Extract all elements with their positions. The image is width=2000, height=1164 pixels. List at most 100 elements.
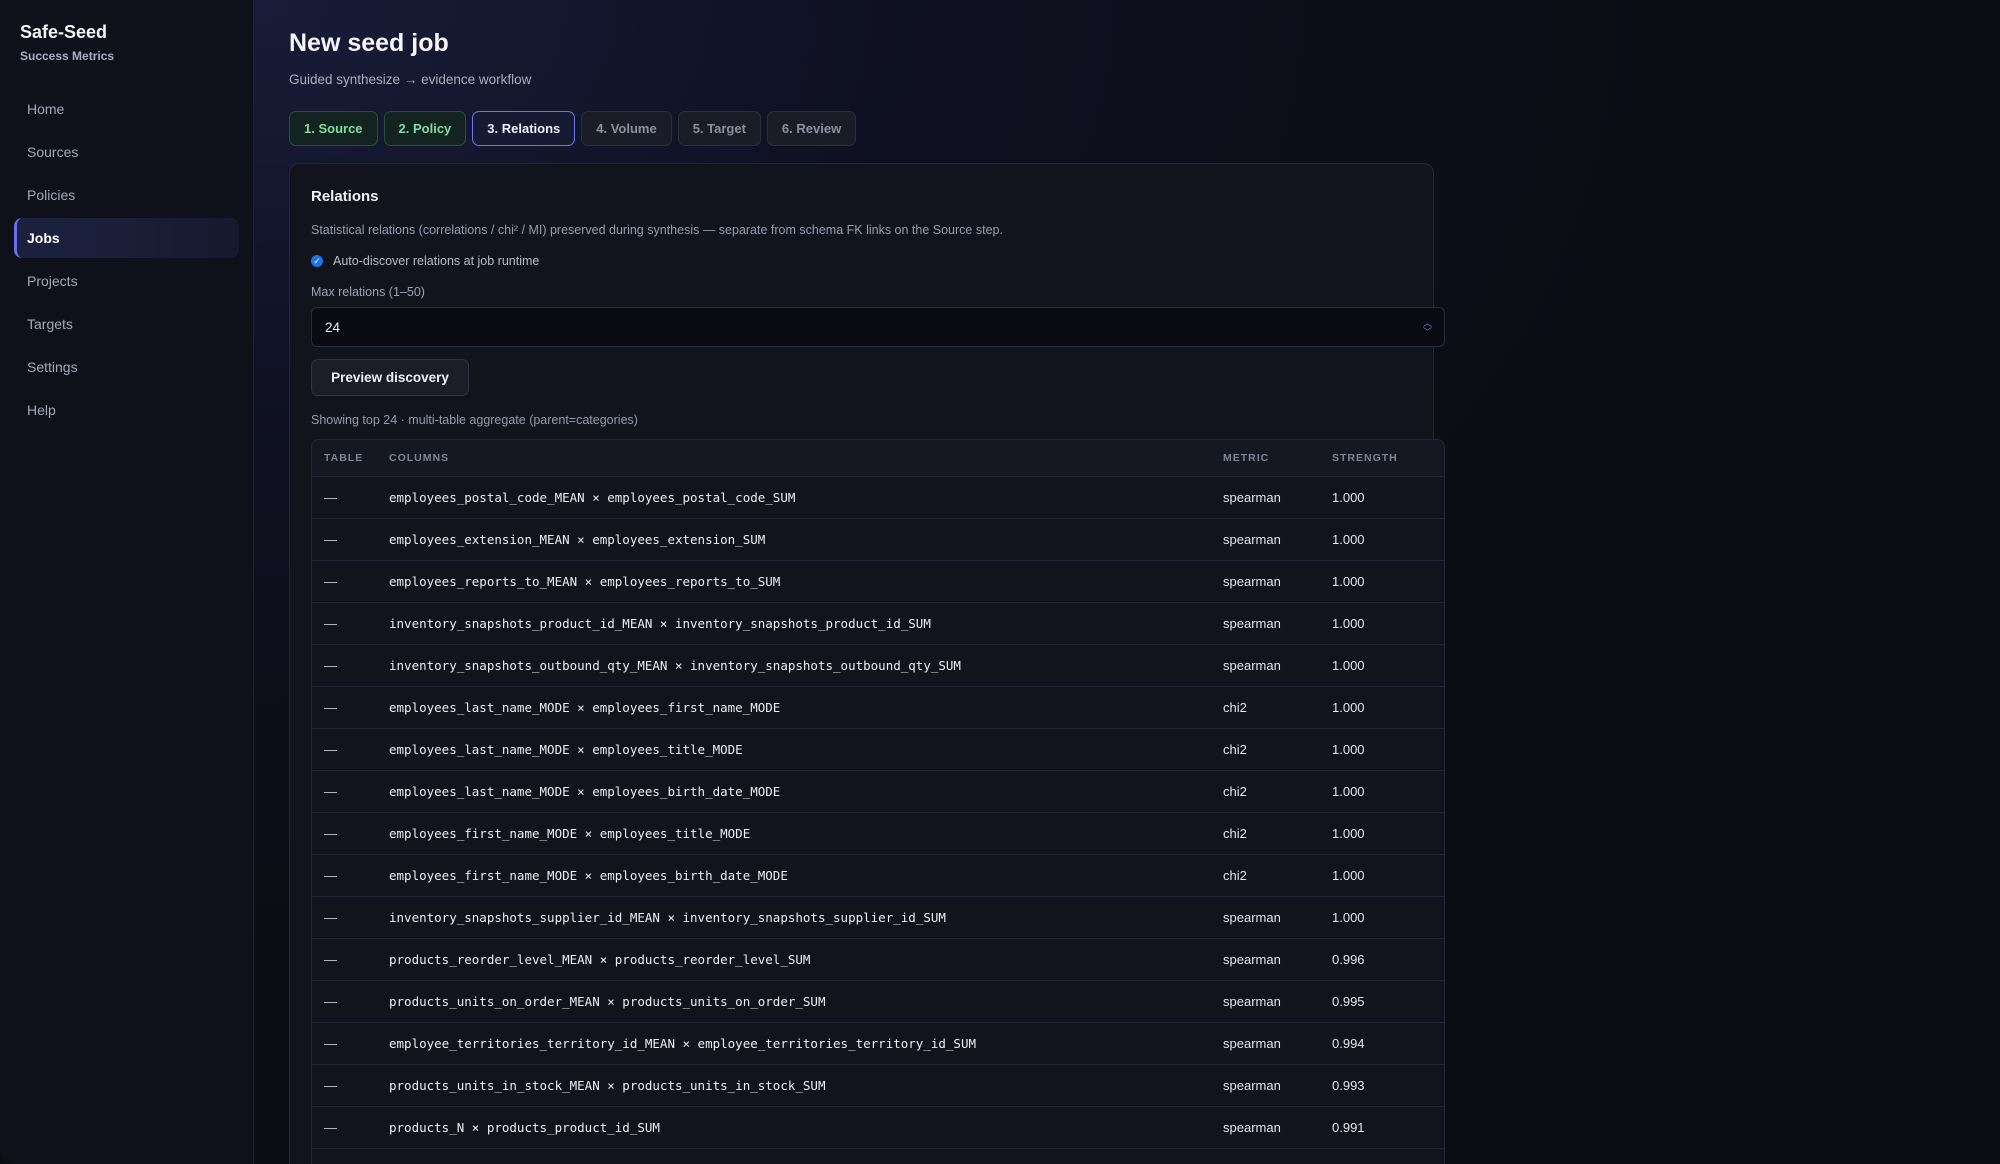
cell-columns: employees_first_name_MODE × employees_bi… (389, 868, 788, 883)
cell-table: — (324, 910, 337, 925)
cell-strength: 1.000 (1332, 742, 1365, 757)
cell-columns: products_reorder_level_MEAN × products_r… (389, 952, 811, 967)
header-metric: METRIC (1223, 452, 1270, 464)
table-row: — employees_last_name_MODE × employees_ti… (312, 729, 1444, 771)
cell-columns: products_units_on_order_MEAN × products_… (389, 994, 826, 1009)
cell-columns: employees_extension_MEAN × employees_ext… (389, 532, 766, 547)
cell-strength: 0.991 (1332, 1120, 1365, 1135)
cell-table: — (324, 742, 337, 757)
cell-strength: 1.000 (1332, 574, 1365, 589)
sidebar-item-policies[interactable]: Policies (14, 175, 239, 215)
cell-strength: 1.000 (1332, 490, 1365, 505)
cell-table: — (324, 700, 337, 715)
cell-strength: 1.000 (1332, 532, 1365, 547)
cell-strength: 1.000 (1332, 700, 1365, 715)
cell-table: — (324, 868, 337, 883)
wizard-steps: 1. Source 2. Policy 3. Relations 4. Volu… (289, 111, 857, 146)
cell-metric: chi2 (1223, 742, 1247, 757)
brand-subtitle: Success Metrics (20, 49, 115, 63)
spinner-arrows-icon[interactable]: ︿ ﹀ (1423, 319, 1432, 337)
sidebar-item-targets[interactable]: Targets (14, 304, 239, 344)
table-row: — employees_first_name_MODE × employees_b… (312, 855, 1444, 897)
cell-metric: spearman (1223, 532, 1281, 547)
main-content: New seed job Guided synthesize → evidenc… (254, 0, 2000, 1164)
cell-metric: spearman (1223, 994, 1281, 1009)
table-row: — employees_postal_code_MEAN × employees_… (312, 477, 1444, 519)
cell-metric: chi2 (1223, 868, 1247, 883)
header-columns: COLUMNS (389, 452, 450, 464)
table-row: — inventory_snapshots_supplier_id_MEAN × … (312, 897, 1444, 939)
cell-table: — (324, 490, 337, 505)
relations-title: Relations (311, 188, 379, 205)
step-target[interactable]: 5. Target (677, 111, 761, 146)
cell-strength: 1.000 (1332, 826, 1365, 841)
cell-table: — (324, 532, 337, 547)
cell-columns: inventory_snapshots_outbound_qty_MEAN × … (389, 658, 961, 673)
step-policy[interactable]: 2. Policy (383, 111, 467, 146)
auto-discover-option[interactable]: ✓ Auto-discover relations at job runtime (311, 254, 539, 268)
table-row: — employees_reports_to_MEAN × employees_r… (312, 561, 1444, 603)
sidebar-item-home[interactable]: Home (14, 89, 239, 129)
cell-columns: employees_last_name_MODE × employees_fir… (389, 700, 781, 715)
table-header: TABLE COLUMNS METRIC STRENGTH (312, 440, 1444, 477)
sidebar-nav: Home Sources Policies Jobs Projects Targ… (14, 89, 239, 430)
header-strength: STRENGTH (1332, 452, 1398, 464)
cell-metric: spearman (1223, 574, 1281, 589)
cell-columns: inventory_snapshots_product_id_MEAN × in… (389, 616, 931, 631)
page-title: New seed job (289, 29, 449, 57)
cell-metric: spearman (1223, 952, 1281, 967)
cell-columns: employee_territories_territory_id_MEAN ×… (389, 1036, 976, 1051)
cell-columns: products_N × products_product_id_SUM (389, 1120, 660, 1135)
preview-discovery-button[interactable]: Preview discovery (311, 359, 469, 396)
table-body: — employees_postal_code_MEAN × employees_… (312, 477, 1444, 1149)
cell-strength: 1.000 (1332, 658, 1365, 673)
cell-strength: 0.995 (1332, 994, 1365, 1009)
cell-table: — (324, 826, 337, 841)
auto-discover-checkbox[interactable]: ✓ (311, 255, 323, 267)
sidebar-item-projects[interactable]: Projects (14, 261, 239, 301)
cell-metric: spearman (1223, 658, 1281, 673)
sidebar-item-help[interactable]: Help (14, 390, 239, 430)
table-row: — inventory_snapshots_outbound_qty_MEAN ×… (312, 645, 1444, 687)
step-volume[interactable]: 4. Volume (581, 111, 672, 146)
cell-columns: products_units_in_stock_MEAN × products_… (389, 1078, 826, 1093)
cell-columns: inventory_snapshots_supplier_id_MEAN × i… (389, 910, 946, 925)
table-row: — products_N × products_product_id_SUM spe… (312, 1107, 1444, 1149)
table-row: — products_units_on_order_MEAN × products… (312, 981, 1444, 1023)
step-relations[interactable]: 3. Relations (472, 111, 576, 146)
step-review[interactable]: 6. Review (766, 111, 857, 146)
sidebar: Safe-Seed Success Metrics Home Sources P… (0, 0, 254, 1164)
cell-metric: spearman (1223, 616, 1281, 631)
cell-table: — (324, 1036, 337, 1051)
cell-strength: 1.000 (1332, 910, 1365, 925)
table-row: — employees_first_name_MODE × employees_t… (312, 813, 1444, 855)
cell-metric: spearman (1223, 1120, 1281, 1135)
relations-description: Statistical relations (correlations / ch… (311, 223, 1003, 237)
sidebar-item-sources[interactable]: Sources (14, 132, 239, 172)
cell-table: — (324, 658, 337, 673)
cell-table: — (324, 1078, 337, 1093)
table-row: — employees_last_name_MODE × employees_bi… (312, 771, 1444, 813)
table-row: — products_units_in_stock_MEAN × products… (312, 1065, 1444, 1107)
cell-columns: employees_postal_code_MEAN × employees_p… (389, 490, 796, 505)
cell-columns: employees_first_name_MODE × employees_ti… (389, 826, 751, 841)
cell-metric: spearman (1223, 1036, 1281, 1051)
cell-strength: 0.994 (1332, 1036, 1365, 1051)
table-row: — inventory_snapshots_product_id_MEAN × i… (312, 603, 1444, 645)
cell-strength: 1.000 (1332, 868, 1365, 883)
table-row: — employees_extension_MEAN × employees_ex… (312, 519, 1444, 561)
relations-table: TABLE COLUMNS METRIC STRENGTH — employees… (311, 439, 1445, 1164)
table-row: — products_reorder_level_MEAN × products_… (312, 939, 1444, 981)
cell-metric: spearman (1223, 490, 1281, 505)
cell-table: — (324, 994, 337, 1009)
step-source[interactable]: 1. Source (289, 111, 378, 146)
cell-strength: 0.996 (1332, 952, 1365, 967)
sidebar-item-settings[interactable]: Settings (14, 347, 239, 387)
max-relations-label: Max relations (1–50) (311, 285, 425, 299)
cell-metric: spearman (1223, 1078, 1281, 1093)
max-relations-input[interactable]: 24 ︿ ﹀ (311, 307, 1445, 347)
cell-table: — (324, 616, 337, 631)
sidebar-item-jobs[interactable]: Jobs (14, 218, 239, 258)
table-row: — employees_last_name_MODE × employees_fi… (312, 687, 1444, 729)
results-summary: Showing top 24 · multi-table aggregate (… (311, 413, 638, 427)
